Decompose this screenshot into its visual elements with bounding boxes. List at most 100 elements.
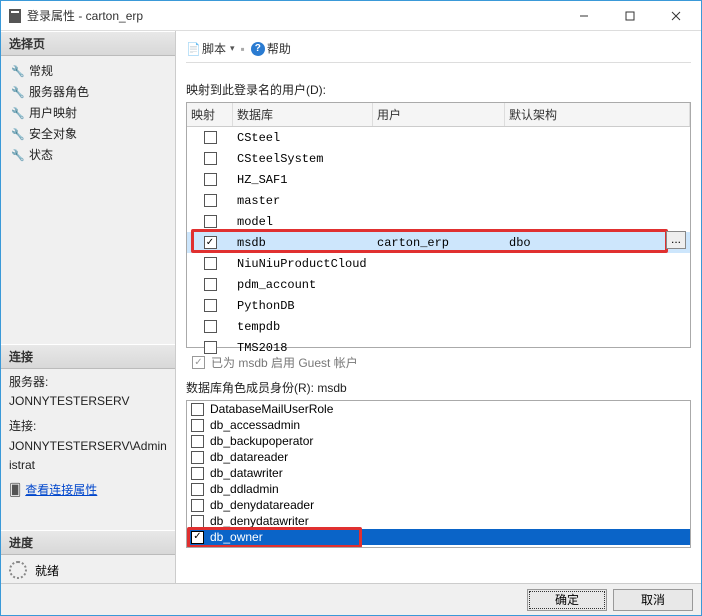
select-page-header: 选择页 [1, 31, 175, 56]
view-connection-link[interactable]: 🂠 查看连接属性 [1, 479, 175, 500]
role-checkbox[interactable] [191, 435, 204, 448]
ok-button[interactable]: 确定 [527, 589, 607, 611]
map-checkbox[interactable] [204, 131, 217, 144]
role-checkbox[interactable] [191, 451, 204, 464]
role-checkbox[interactable] [191, 467, 204, 480]
role-row[interactable]: DatabaseMailUserRole [187, 401, 690, 417]
status-spinner-icon [9, 561, 27, 579]
mapping-label: 映射到此登录名的用户(D): [186, 81, 691, 98]
db-cell: tempdb [233, 320, 373, 334]
map-checkbox[interactable] [204, 257, 217, 270]
page-label: 用户映射 [29, 104, 77, 121]
col-db: 数据库 [233, 103, 373, 126]
map-checkbox[interactable] [204, 173, 217, 186]
col-user: 用户 [373, 103, 505, 126]
role-name: db_denydatareader [210, 498, 314, 512]
role-name: DatabaseMailUserRole [210, 402, 333, 416]
table-row[interactable]: tempdb [187, 316, 690, 337]
wrench-icon [11, 64, 25, 78]
script-dropdown[interactable]: 📄 脚本 [186, 40, 235, 57]
table-row[interactable]: TMS2018 [187, 337, 690, 358]
window-title: 登录属性 - carton_erp [27, 7, 561, 24]
user-cell: carton_erp [373, 236, 505, 250]
role-row[interactable]: db_ddladmin [187, 481, 690, 497]
view-connection-label: 查看连接属性 [25, 481, 97, 498]
role-checkbox[interactable] [191, 531, 204, 544]
role-row[interactable]: db_datareader [187, 449, 690, 465]
role-name: db_datawriter [210, 466, 283, 480]
map-checkbox[interactable] [204, 341, 217, 354]
app-icon [9, 9, 21, 23]
role-checkbox[interactable] [191, 403, 204, 416]
role-checkbox[interactable] [191, 499, 204, 512]
role-checkbox[interactable] [191, 419, 204, 432]
role-name: db_backupoperator [210, 434, 313, 448]
help-label: 帮助 [267, 40, 291, 57]
page-label: 状态 [29, 146, 53, 163]
role-row[interactable]: db_backupoperator [187, 433, 690, 449]
db-cell: TMS2018 [233, 341, 373, 355]
page-label: 服务器角色 [29, 83, 89, 100]
schema-browse-button[interactable]: ... [666, 231, 686, 249]
db-cell: CSteel [233, 131, 373, 145]
db-cell: PythonDB [233, 299, 373, 313]
map-checkbox[interactable] [204, 215, 217, 228]
table-row[interactable]: model [187, 211, 690, 232]
map-checkbox[interactable] [204, 299, 217, 312]
wrench-icon [11, 85, 25, 99]
map-checkbox[interactable] [204, 320, 217, 333]
map-checkbox[interactable] [204, 278, 217, 291]
table-row[interactable]: CSteelSystem [187, 148, 690, 169]
roles-list: DatabaseMailUserRoledb_accessadmindb_bac… [186, 400, 691, 548]
role-checkbox[interactable] [191, 483, 204, 496]
role-row[interactable]: db_denydatareader [187, 497, 690, 513]
db-cell: HZ_SAF1 [233, 173, 373, 187]
table-row[interactable]: HZ_SAF1 [187, 169, 690, 190]
close-button[interactable] [653, 2, 699, 30]
progress-header: 进度 [1, 530, 175, 555]
script-icon: 📄 [186, 42, 200, 56]
role-row[interactable]: db_denydatawriter [187, 513, 690, 529]
connection-icon: 🂠 [9, 483, 21, 497]
col-map: 映射 [187, 103, 233, 126]
page-label: 安全对象 [29, 125, 77, 142]
db-cell: master [233, 194, 373, 208]
role-checkbox[interactable] [191, 515, 204, 528]
table-row[interactable]: NiuNiuProductCloud [187, 253, 690, 274]
map-checkbox[interactable] [204, 194, 217, 207]
server-value: JONNYTESTERSERV [9, 392, 167, 411]
table-row[interactable]: CSteel [187, 127, 690, 148]
role-row[interactable]: db_accessadmin [187, 417, 690, 433]
wrench-icon [11, 127, 25, 141]
db-cell: CSteelSystem [233, 152, 373, 166]
table-row[interactable]: PythonDB [187, 295, 690, 316]
conn-value: JONNYTESTERSERV\Administrat [9, 437, 167, 475]
status-row: 就绪 [1, 555, 175, 585]
status-text: 就绪 [35, 562, 59, 579]
role-row[interactable]: db_securitvadmin [187, 545, 690, 548]
page-item[interactable]: 状态 [5, 144, 171, 165]
map-checkbox[interactable] [204, 152, 217, 165]
table-row[interactable]: msdbcarton_erpdbo [187, 232, 690, 253]
help-button[interactable]: ? 帮助 [251, 40, 291, 57]
maximize-button[interactable] [607, 2, 653, 30]
role-row[interactable]: db_owner [187, 529, 690, 545]
table-row[interactable]: pdm_account [187, 274, 690, 295]
role-row[interactable]: db_datawriter [187, 465, 690, 481]
db-cell: pdm_account [233, 278, 373, 292]
role-name: db_datareader [210, 450, 288, 464]
conn-label: 连接: [9, 417, 167, 436]
page-item[interactable]: 安全对象 [5, 123, 171, 144]
table-row[interactable]: master [187, 190, 690, 211]
cancel-button[interactable]: 取消 [613, 589, 693, 611]
role-checkbox[interactable] [191, 547, 204, 549]
toolbar: 📄 脚本 ▪ ? 帮助 [186, 39, 691, 63]
minimize-button[interactable] [561, 2, 607, 30]
role-name: db_ddladmin [210, 482, 279, 496]
page-item[interactable]: 用户映射 [5, 102, 171, 123]
roles-label: 数据库角色成员身份(R): msdb [186, 379, 691, 396]
connection-info: 服务器: JONNYTESTERSERV 连接: JONNYTESTERSERV… [1, 369, 175, 479]
map-checkbox[interactable] [204, 236, 217, 249]
page-item[interactable]: 服务器角色 [5, 81, 171, 102]
page-item[interactable]: 常规 [5, 60, 171, 81]
